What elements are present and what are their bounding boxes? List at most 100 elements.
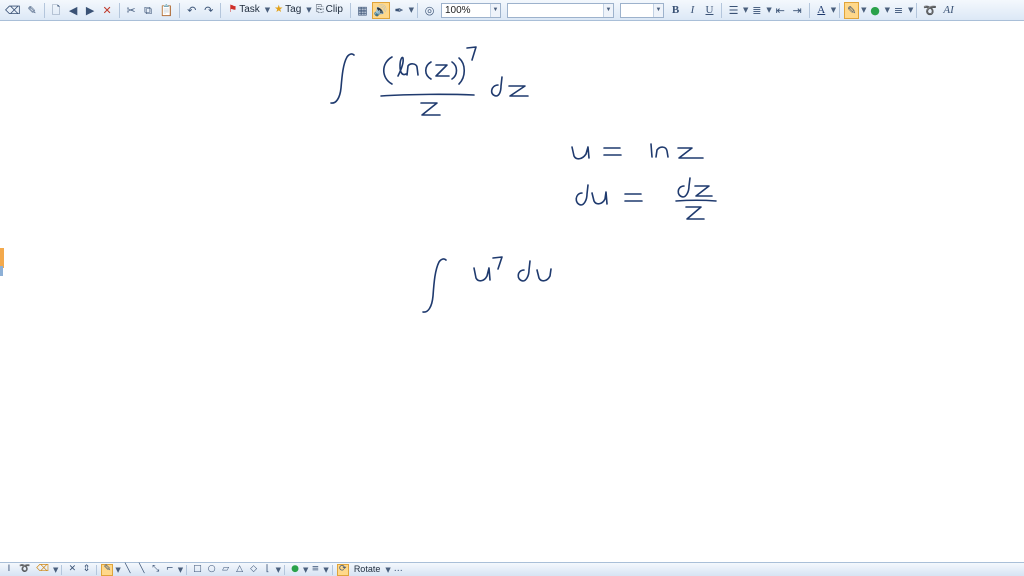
parallelogram-tool-icon[interactable]: ▱ [220, 564, 232, 576]
indent-icon[interactable]: ⇥ [790, 2, 805, 19]
connector-tool-icon[interactable]: ⌊ [262, 564, 274, 576]
line-weight-icon[interactable]: ≡ [309, 564, 321, 576]
ink-fraction-bar [380, 93, 475, 97]
ink-letter-u [473, 267, 491, 282]
rotate-dropdown-icon[interactable]: ▼ [385, 566, 390, 574]
ink-right-paren [458, 57, 466, 85]
line-weight-icon[interactable]: ≡ [891, 2, 906, 19]
color-picker-icon[interactable]: ● [289, 564, 301, 576]
font-color-dropdown-icon[interactable]: ▼ [831, 6, 836, 14]
font-color-button[interactable]: A [814, 2, 829, 19]
ink-integral-sign [422, 258, 447, 313]
ink-equals [603, 147, 622, 156]
bullet-list-dropdown-icon[interactable]: ▼ [743, 6, 748, 14]
toolbar-separator [284, 564, 286, 575]
delete-icon[interactable]: ✕ [66, 564, 78, 576]
rotate-button[interactable]: Rotate [351, 564, 384, 576]
ink-letter-n [406, 63, 419, 76]
highlighter-icon[interactable]: ✎ [844, 1, 860, 19]
toolbar-separator [118, 2, 120, 18]
ink-letter-u [536, 268, 552, 282]
tag-button[interactable]: ★ Tag [271, 2, 304, 19]
table-icon[interactable]: ▦ [355, 2, 370, 19]
font-size-select[interactable]: ▼ [620, 2, 664, 18]
text-cursor-icon[interactable]: I [3, 564, 15, 576]
underline-button[interactable]: U [702, 2, 717, 19]
more-tools-icon[interactable]: … [392, 564, 405, 576]
line-tool-icon[interactable]: ╲ [122, 564, 134, 576]
ink-fraction-bar [675, 199, 717, 202]
tag-dropdown-icon[interactable]: ▼ [306, 6, 311, 14]
note-canvas[interactable] [0, 21, 1024, 562]
toolbar-separator [808, 2, 810, 18]
numbered-list-icon[interactable]: ≣ [749, 2, 764, 19]
pen-tool-icon[interactable]: ✎ [101, 563, 114, 576]
insert-text-button[interactable]: AI [941, 2, 956, 19]
eraser-icon[interactable]: ⌫ [3, 2, 23, 19]
axis-tool-dropdown-icon[interactable]: ▼ [178, 566, 183, 574]
axis-tool-icon[interactable]: ⌐ [164, 564, 176, 576]
redo-icon[interactable]: ↷ [201, 2, 216, 19]
italic-button[interactable]: I [685, 2, 700, 19]
bullet-list-icon[interactable]: ☰ [726, 2, 741, 19]
lasso-icon[interactable]: ➰ [921, 2, 939, 19]
ink-letter-d [575, 184, 589, 206]
rectangle-tool-icon[interactable]: □ [191, 564, 204, 576]
handwritten-ink [330, 46, 717, 313]
new-page-icon[interactable]: 🗋 [49, 2, 64, 19]
ellipse-tool-icon[interactable]: ○ [206, 564, 218, 576]
ink-left-paren [382, 56, 393, 85]
numbered-list-dropdown-icon[interactable]: ▼ [766, 6, 771, 14]
lasso-icon[interactable]: ➰ [17, 564, 32, 576]
chevron-down-icon: ▼ [603, 3, 613, 17]
color-picker-dropdown-icon[interactable]: ▼ [303, 566, 308, 574]
ink-denominator-z [420, 102, 441, 116]
forward-icon[interactable]: ▶ [83, 2, 98, 19]
flag-icon: ⚑ [228, 4, 238, 15]
pen-icon[interactable]: ✎ [25, 2, 40, 19]
fill-color-icon[interactable]: ● [868, 2, 883, 19]
ink-letter-u [571, 146, 590, 160]
clip-button[interactable]: ⎘ Clip [313, 2, 346, 19]
outdent-icon[interactable]: ⇤ [773, 2, 788, 19]
diamond-tool-icon[interactable]: ◇ [248, 564, 260, 576]
task-button-label: Task [239, 4, 260, 15]
ink-letter-n [655, 146, 669, 158]
connector-dropdown-icon[interactable]: ▼ [276, 566, 281, 574]
back-icon[interactable]: ◀ [66, 2, 81, 19]
pen-select-icon[interactable]: ✒ [392, 2, 407, 19]
line-weight-dropdown-icon[interactable]: ▼ [323, 566, 328, 574]
audio-icon[interactable]: 🔊 [371, 1, 390, 19]
bold-button[interactable]: B [668, 2, 683, 19]
line-weight-dropdown-icon[interactable]: ▼ [908, 6, 913, 14]
ink-letter-u [591, 191, 608, 205]
cut-icon[interactable]: ✂ [124, 2, 139, 19]
toolbar-separator [96, 564, 98, 575]
eraser-dropdown-icon[interactable]: ▼ [53, 566, 58, 574]
zoom-value: 100% [445, 4, 471, 16]
toolbar-separator [331, 564, 333, 575]
highlighter-dropdown-icon[interactable]: ▼ [861, 6, 866, 14]
undo-icon[interactable]: ↶ [184, 2, 199, 19]
task-button[interactable]: ⚑ Task [225, 2, 263, 19]
rotate-icon[interactable]: ⟳ [336, 563, 349, 576]
ink-exponent-7 [466, 46, 477, 61]
main-toolbar: ⌫ ✎ 🗋 ◀ ▶ ✕ ✂ ⧉ 📋 ↶ ↷ ⚑ Task ▼ ★ Tag ▼ ⎘… [0, 0, 1024, 21]
pen-tool-dropdown-icon[interactable]: ▼ [115, 566, 120, 574]
copy-icon[interactable]: ⧉ [141, 2, 156, 19]
arrow-line-tool-icon[interactable]: ╲ [136, 564, 148, 576]
font-name-select[interactable]: ▼ [507, 2, 614, 18]
zoom-icon[interactable]: ◎ [422, 2, 437, 19]
insert-space-icon[interactable]: ⇕ [80, 564, 92, 576]
fill-color-dropdown-icon[interactable]: ▼ [885, 6, 890, 14]
delete-page-icon[interactable]: ✕ [100, 2, 115, 19]
task-dropdown-icon[interactable]: ▼ [265, 6, 270, 14]
star-icon: ★ [274, 4, 284, 15]
zoom-select[interactable]: 100% ▼ [441, 2, 501, 18]
double-arrow-tool-icon[interactable]: ⤡ [150, 564, 162, 576]
eraser-icon[interactable]: ⌫ [34, 564, 51, 576]
pen-select-dropdown-icon[interactable]: ▼ [409, 6, 414, 14]
triangle-tool-icon[interactable]: △ [234, 564, 246, 576]
paste-icon[interactable]: 📋 [158, 2, 176, 19]
toolbar-separator [839, 2, 841, 18]
